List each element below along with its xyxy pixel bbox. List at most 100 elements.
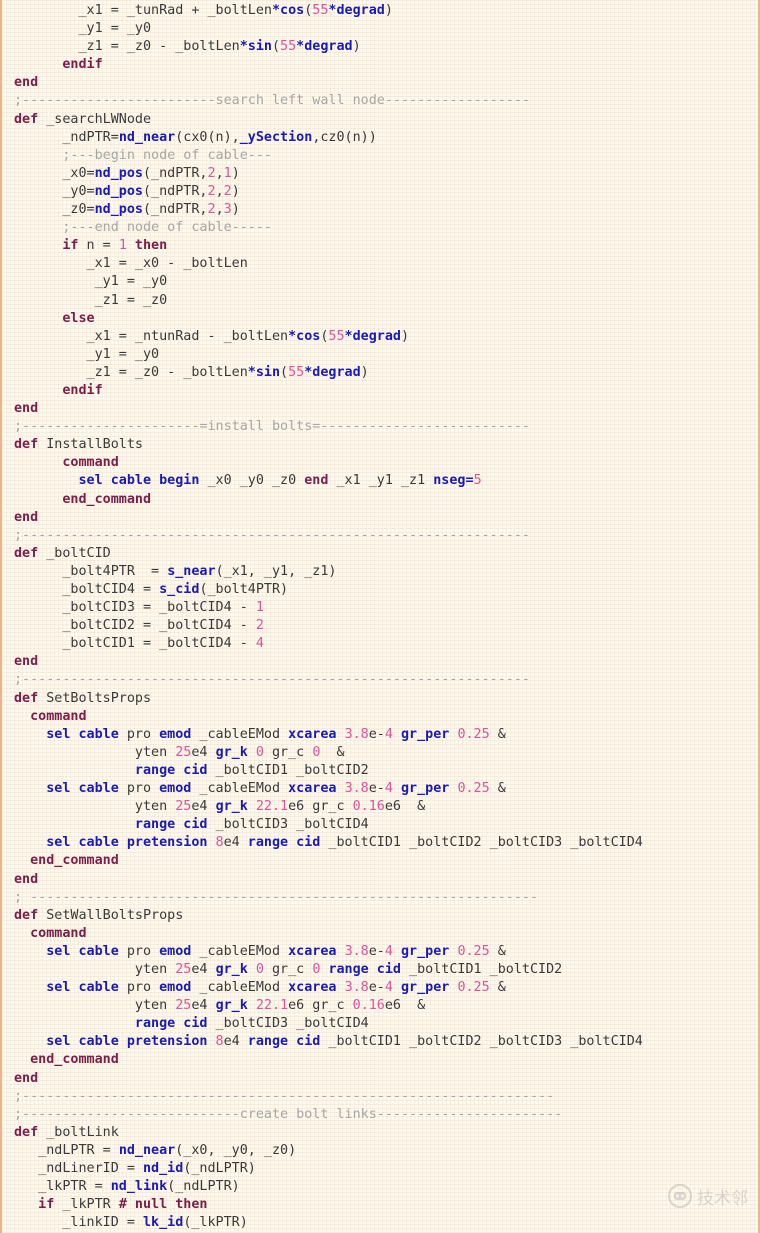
code-token: ,cz0(n)) [312, 129, 377, 145]
code-token: def [14, 111, 39, 127]
code-token: xcarea [288, 781, 337, 797]
code-token: 0.25 [457, 943, 490, 959]
code-token: , [215, 183, 224, 199]
code-line: def SetWallBoltsProps [14, 907, 752, 925]
code-line: else [14, 310, 752, 328]
code-token: emod [159, 726, 192, 742]
code-token: s_cid [159, 582, 200, 597]
code-token: range cid [247, 835, 321, 851]
code-token: end_command [14, 853, 119, 869]
code-token: nd_id [143, 1161, 184, 1176]
code-line: range cid _boltCID3 _boltCID4 [14, 1015, 752, 1033]
code-token: , [215, 165, 224, 181]
code-token: 22.1 [255, 998, 289, 1014]
code-token: _boltCID3 _boltCID4 [207, 817, 369, 833]
code-token: 3.8 [344, 726, 369, 742]
code-line: end [14, 400, 752, 418]
code-token: def [14, 907, 39, 923]
code-token: gr_k [215, 744, 248, 760]
code-line: yten 25e4 gr_k 22.1e6 gr_c 0.16e6 & [14, 997, 752, 1015]
code-token: gr_c [263, 744, 313, 760]
code-line: ;------------------------search left wal… [14, 92, 752, 110]
watermark-text: 技术邻 [697, 1188, 748, 1209]
code-token: _ndLPTR = [14, 1142, 119, 1158]
code-token: sel cable pretension [14, 1034, 208, 1050]
code-token: 3.8 [344, 980, 369, 996]
code-token: _x0 _y0 _z0 [199, 473, 305, 489]
code-line: _x1 = _ntunRad - _boltLen*cos(55*degrad) [14, 328, 752, 346]
code-token: 2 [207, 165, 216, 181]
code-line: sel cable pretension 8e4 range cid _bolt… [14, 1033, 752, 1051]
code-token: ;---------------------------create bolt … [14, 1106, 563, 1122]
code-token: sel cable [14, 980, 119, 996]
code-line: _z1 = _z0 - _boltLen*sin(55*degrad) [14, 364, 752, 382]
code-line: _z1 = _z0 [14, 292, 752, 310]
code-token: ) [384, 3, 393, 18]
code-token: end [14, 401, 39, 417]
code-token: if [14, 1197, 55, 1213]
code-line: _ndLPTR = nd_near(_x0, _y0, _z0) [14, 1142, 752, 1160]
code-token: 2 [255, 618, 264, 634]
code-token: SetBoltsProps [38, 690, 152, 706]
robot-logo-icon [668, 1184, 692, 1208]
code-token: _x1 = _x0 - _boltLen [14, 256, 248, 272]
code-token: _bolt4PTR = [14, 563, 168, 579]
code-token: *degrad [344, 328, 401, 344]
code-token: 2 [207, 202, 216, 218]
code-token: 25 [175, 744, 192, 760]
code-line: _ndLinerID = nd_id(_ndLPTR) [14, 1160, 752, 1178]
watermark: 技术邻 [667, 1183, 748, 1209]
code-token: InstallBolts [38, 437, 143, 453]
code-token: def [14, 545, 39, 561]
code-token: (_ndLPTR) [183, 1161, 256, 1176]
code-line: end_command [14, 1051, 752, 1069]
code-token: nd_near [118, 1142, 176, 1158]
code-line: sel cable begin _x0 _y0 _z0 end _x1 _y1 … [14, 472, 752, 490]
code-token: 0.16 [352, 799, 385, 815]
code-token: 8 [215, 1034, 224, 1050]
code-token: _boltCID3 _boltCID4 [207, 1016, 369, 1032]
code-line: yten 25e4 gr_k 0 gr_c 0 & [14, 744, 752, 762]
code-token: _boltCID [38, 545, 111, 561]
code-token: range cid [14, 817, 208, 833]
code-token: 55 [280, 39, 297, 55]
code-token: gr_per [401, 943, 450, 959]
code-line: _y0=nd_pos(_ndPTR,2,2) [14, 183, 752, 201]
code-token: nd_link [110, 1179, 168, 1195]
code-token: 4 [384, 943, 393, 959]
code-line: ;---------------------------------------… [14, 527, 752, 545]
code-token: nseg= [433, 473, 474, 489]
code-line: ;----------------------=install bolts=--… [14, 418, 752, 436]
code-token: _searchLWNode [38, 111, 152, 127]
code-token: ;---begin node of cable--- [14, 147, 272, 163]
code-token: nd_pos [94, 183, 143, 199]
code-listing-panel: _x1 = _tunRad + _boltLen*cos(55*degrad) … [0, 0, 760, 1233]
code-token: 3.8 [344, 781, 369, 797]
code-line: yten 25e4 gr_k 0 gr_c 0 range cid _boltC… [14, 961, 752, 979]
code-token: e4 [191, 799, 216, 815]
code-token: yten [14, 961, 176, 977]
code-token: 0.16 [352, 998, 385, 1014]
code-token: _boltCID1 _boltCID2 _boltCID3 _boltCID4 [320, 835, 643, 851]
code-token: _x1 = _ntunRad - _boltLen [14, 328, 289, 344]
code-token: (_ndLPTR) [167, 1179, 240, 1195]
code-line: end [14, 1070, 752, 1088]
code-token: _boltCID1 _boltCID2 [207, 762, 369, 778]
code-line: ;---------------------------------------… [14, 671, 752, 689]
code-token: 55 [312, 3, 329, 18]
code-token: ) [231, 183, 240, 199]
code-token: _ndPTR= [14, 129, 119, 145]
code-token: command [14, 925, 87, 941]
code-token: 3.8 [344, 943, 369, 959]
code-line: sel cable pretension 8e4 range cid _bolt… [14, 834, 752, 852]
code-line: command [14, 925, 752, 943]
code-token: (_x1, _y1, _z1) [215, 563, 337, 579]
code-token: _cableEMod [191, 943, 289, 959]
code-token: 25 [175, 961, 192, 977]
code-token: _z1 = _z0 - _boltLen [14, 364, 248, 380]
code-token: gr_per [401, 726, 450, 742]
